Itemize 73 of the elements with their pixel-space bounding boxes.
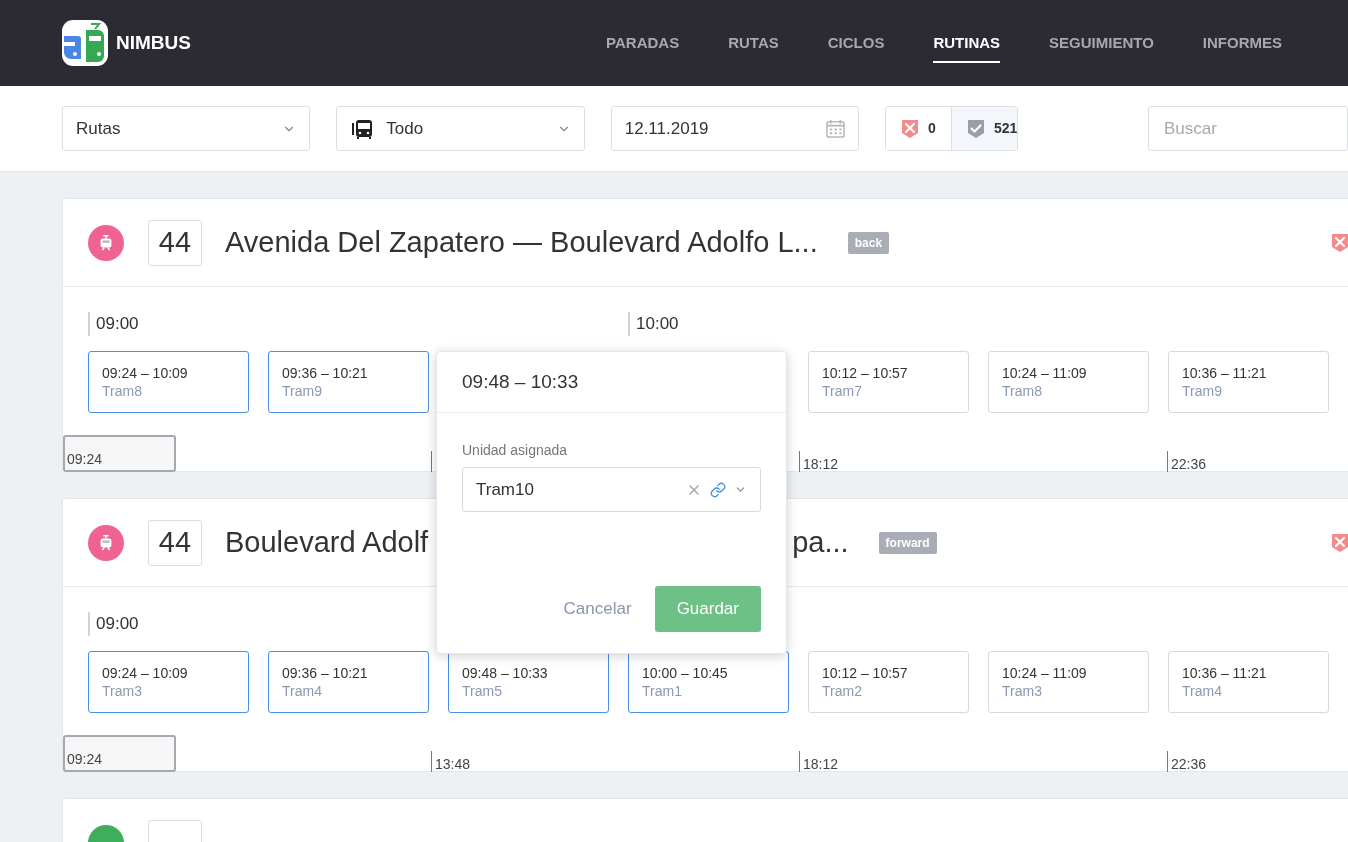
trip-time: 10:00 – 10:45 [642, 664, 729, 682]
route-title: Avenida Del Zapatero — Boulevard Adolfo L... [225, 224, 818, 260]
trip-time: 10:36 – 11:21 [1182, 364, 1268, 382]
route-title: pa... [792, 524, 849, 560]
trip-unit: Tram9 [282, 382, 323, 400]
nav-link[interactable]: INFORMES [1202, 22, 1282, 64]
trip-card[interactable]: 10:24 – 11:09 Tram8 [988, 351, 1149, 413]
trip-card[interactable]: 10:12 – 10:57 Tram7 [808, 351, 969, 413]
trip-card[interactable]: 10:12 – 10:57 Tram2 [808, 651, 969, 713]
hour-label: 09:00 [88, 612, 139, 636]
nav-link[interactable]: CICLOS [827, 22, 885, 64]
hour-label: 09:00 [88, 312, 139, 336]
search-field[interactable]: Buscar [1148, 106, 1348, 151]
scale-label: 18:12 [803, 456, 839, 472]
trip-time: 10:12 – 10:57 [822, 364, 909, 382]
scale-label: 22:36 [1171, 456, 1207, 472]
nav-link[interactable]: SEGUIMIENTO [1049, 22, 1154, 64]
nav-link[interactable]: RUTAS [728, 22, 779, 64]
route-number: 44 [148, 219, 202, 266]
range-handle[interactable]: 09:24 [63, 435, 176, 472]
route-title: Boulevard Adolf [225, 524, 429, 560]
scale-label: 22:36 [1171, 756, 1207, 772]
popup-title: 09:48 – 10:33 [462, 369, 579, 394]
trip-unit: Tram7 [822, 382, 863, 400]
trip-unit: Tram5 [462, 682, 503, 700]
direction-tag: back [847, 231, 890, 254]
trip-card[interactable]: 10:24 – 11:09 Tram3 [988, 651, 1149, 713]
trip-time: 10:36 – 11:21 [1182, 664, 1268, 682]
trip-unit: Tram4 [1182, 682, 1223, 700]
trip-time: 09:36 – 10:21 [282, 664, 369, 682]
trip-time: 09:24 – 10:09 [102, 364, 189, 382]
trip-time: 10:12 – 10:57 [822, 664, 909, 682]
trip-unit: Tram1 [642, 682, 683, 700]
range-handle[interactable]: 09:24 [63, 735, 176, 772]
trip-unit: Tram8 [1002, 382, 1043, 400]
trip-time: 09:36 – 10:21 [282, 364, 369, 382]
link-icon[interactable] [710, 481, 726, 498]
route-number: 44 [148, 519, 202, 566]
trip-card[interactable]: 09:36 – 10:21 Tram9 [268, 351, 429, 413]
trip-unit: Tram9 [1182, 382, 1223, 400]
trip-unit: Tram2 [822, 682, 863, 700]
hour-label: 10:00 [628, 312, 679, 336]
trip-card[interactable]: 09:48 – 10:33 Tram5 [448, 651, 609, 713]
trip-card[interactable]: 10:36 – 11:21 Tram4 [1168, 651, 1329, 713]
logo-icon [62, 20, 108, 66]
trip-unit: Tram8 [102, 382, 143, 400]
brand-name: NIMBUS [116, 30, 191, 55]
unit-select[interactable]: Tram10 [462, 467, 761, 512]
vehicle-select[interactable]: Todo [336, 106, 585, 151]
scale-label: 13:48 [435, 756, 471, 772]
direction-tag: forward [878, 531, 937, 554]
field-label: Unidad asignada [462, 441, 569, 460]
scale-label: 18:12 [803, 756, 839, 772]
trip-time: 10:24 – 11:09 [1002, 664, 1088, 682]
trip-unit: Tram3 [1002, 682, 1043, 700]
nav-link[interactable]: PARADAS [606, 22, 680, 64]
calendar-icon [826, 119, 846, 138]
mode-select[interactable]: Rutas [62, 106, 311, 151]
nav-link[interactable]: RUTINAS [933, 22, 1001, 64]
trip-time: 09:24 – 10:09 [102, 664, 189, 682]
date-field[interactable]: 12.11.2019 [610, 106, 860, 151]
trip-card[interactable]: 10:00 – 10:45 Tram1 [628, 651, 789, 713]
trip-card[interactable]: 10:36 – 11:21 Tram9 [1168, 351, 1329, 413]
trip-unit: Tram3 [102, 682, 143, 700]
trip-unit: Tram4 [282, 682, 323, 700]
trip-time: 09:48 – 10:33 [462, 664, 549, 682]
status-filter[interactable]: 521 [950, 107, 1017, 150]
trip-card[interactable]: 09:36 – 10:21 Tram4 [268, 651, 429, 713]
error-shield-icon [901, 118, 920, 139]
check-shield-icon [966, 118, 985, 139]
trip-card[interactable]: 09:24 – 10:09 Tram8 [88, 351, 249, 413]
trip-card[interactable]: 09:24 – 10:09 Tram3 [88, 651, 249, 713]
trip-time: 10:24 – 11:09 [1002, 364, 1088, 382]
